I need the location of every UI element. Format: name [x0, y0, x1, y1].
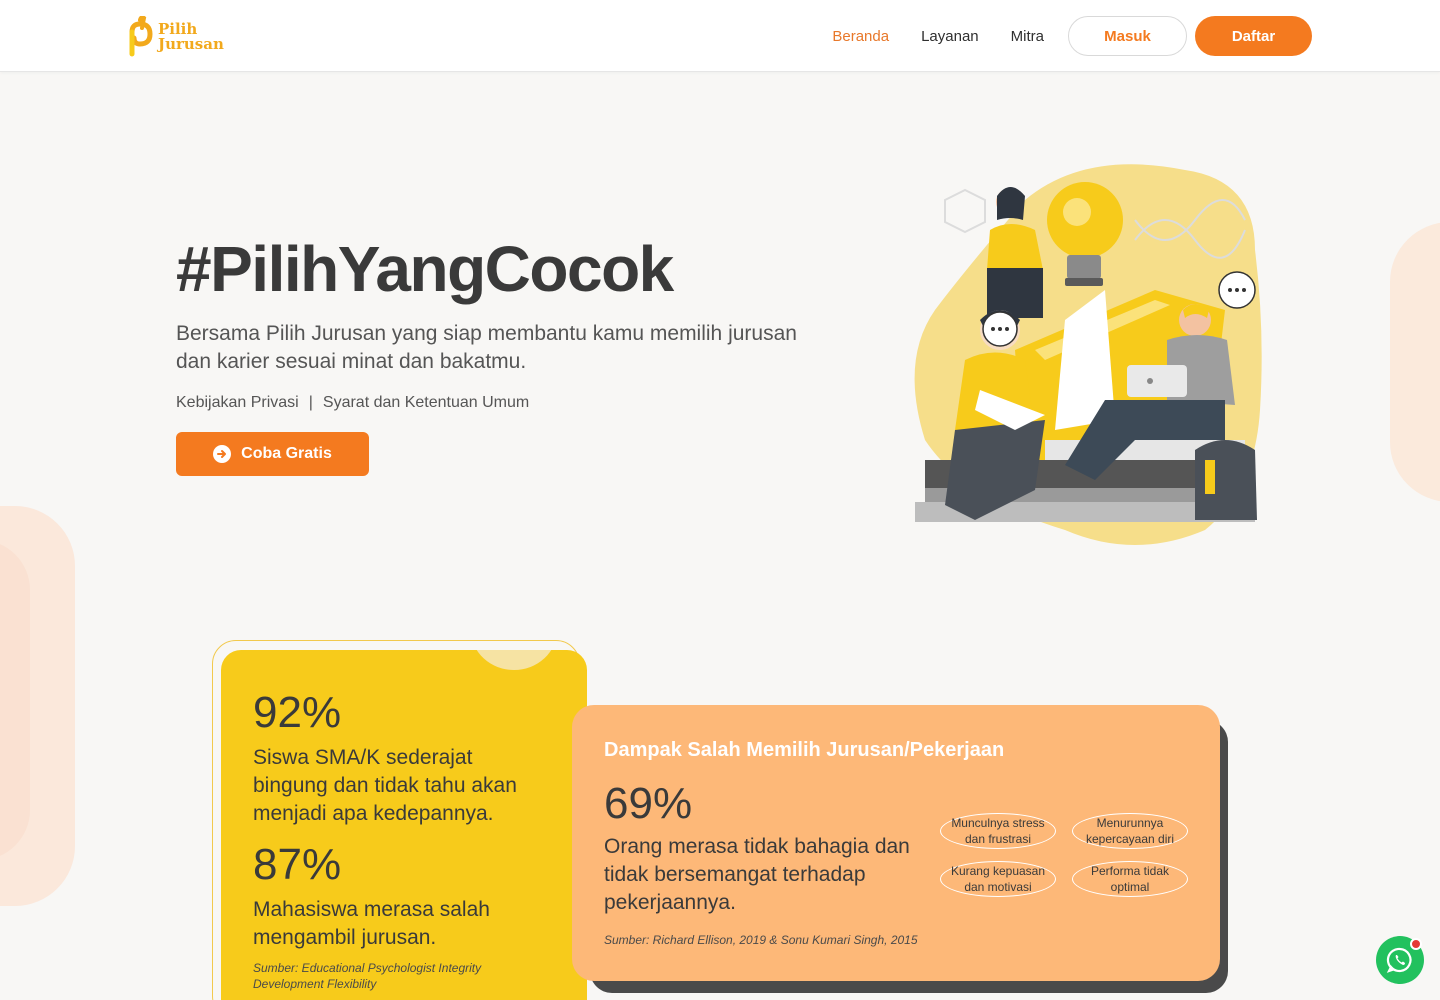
- whatsapp-button[interactable]: [1376, 936, 1424, 984]
- impact-tag: Kurang kepuasan dan motivasi: [940, 861, 1056, 897]
- impact-value: 69%: [604, 779, 693, 828]
- hero-title: #PilihYangCocok: [176, 233, 674, 305]
- main-nav: Beranda Layanan Mitra Masuk Daftar: [800, 16, 1312, 56]
- nav-mitra[interactable]: Mitra: [1011, 28, 1044, 45]
- notification-dot: [1410, 938, 1422, 950]
- impact-card: Dampak Salah Memilih Jurusan/Pekerjaan 6…: [572, 705, 1220, 981]
- stat2-desc: Mahasiswa merasa salah mengambil jurusan…: [253, 898, 490, 949]
- logo-mark-icon: [126, 15, 156, 58]
- stats-card: 92% Siswa SMA/K sederajat bingung dan ti…: [221, 650, 587, 1000]
- register-button[interactable]: Daftar: [1195, 16, 1312, 56]
- impact-desc: Orang merasa tidak bahagia dan tidak ber…: [604, 835, 910, 914]
- impact-title: Dampak Salah Memilih Jurusan/Pekerjaan: [604, 739, 1005, 761]
- decorative-blob-left-inner: [0, 540, 30, 860]
- impact-tag: Performa tidak optimal: [1072, 861, 1188, 897]
- stat1-value: 92%: [253, 688, 342, 737]
- stats-source: Sumber: Educational Psychologist Integri…: [253, 961, 482, 991]
- stat2-value: 87%: [253, 840, 342, 889]
- impact-tag: Menurunnya kepercayaan diri: [1072, 813, 1188, 849]
- brand-logo[interactable]: Pilih Jurusan: [126, 14, 236, 60]
- decorative-blob-right: [1390, 222, 1440, 502]
- nav-layanan[interactable]: Layanan: [921, 28, 979, 45]
- link-separator: |: [308, 394, 313, 411]
- nav-beranda[interactable]: Beranda: [832, 28, 889, 45]
- brand-line2: Jurusan: [158, 35, 224, 53]
- hero-illustration: [905, 160, 1270, 550]
- hero-policy-links: Kebijakan Privasi | Syarat dan Ketentuan…: [176, 394, 529, 412]
- card-decoration: [471, 650, 557, 670]
- hero-subtitle: Bersama Pilih Jurusan yang siap membantu…: [176, 322, 797, 373]
- stat1-desc: Siswa SMA/K sederajat bingung dan tidak …: [253, 746, 517, 825]
- impact-tag: Munculnya stress dan frustrasi: [940, 813, 1056, 849]
- privacy-policy-link[interactable]: Kebijakan Privasi: [176, 394, 299, 412]
- top-navbar: Pilih Jurusan Beranda Layanan Mitra Masu…: [0, 0, 1440, 72]
- arrow-right-circle-icon: [213, 445, 232, 463]
- try-free-button[interactable]: Coba Gratis: [176, 432, 369, 476]
- login-button[interactable]: Masuk: [1068, 16, 1187, 56]
- impact-source: Sumber: Richard Ellison, 2019 & Sonu Kum…: [604, 933, 918, 947]
- terms-link[interactable]: Syarat dan Ketentuan Umum: [323, 394, 529, 412]
- try-free-label: Coba Gratis: [241, 445, 332, 462]
- brand-wordmark: Pilih Jurusan: [158, 22, 224, 52]
- whatsapp-icon: [1386, 947, 1412, 973]
